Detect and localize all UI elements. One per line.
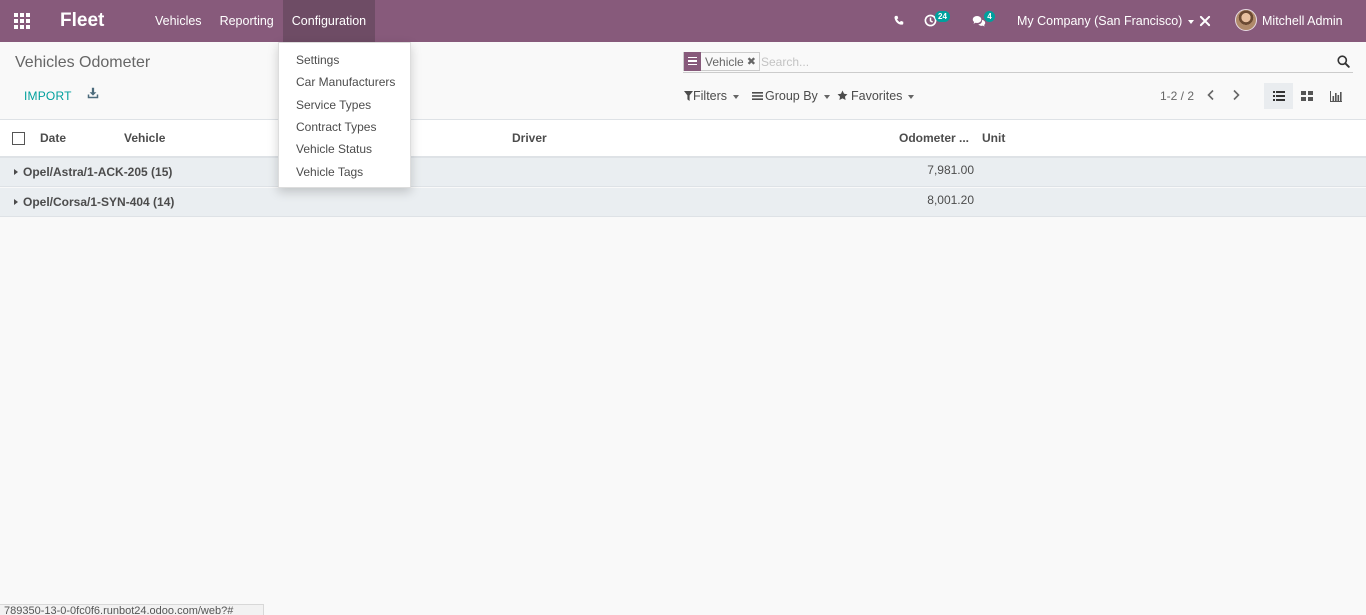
- group-row[interactable]: Opel/Corsa/1-SYN-404 (14) 8,001.20: [0, 188, 1366, 217]
- menu-item-car-manufacturers[interactable]: Car Manufacturers: [296, 75, 395, 89]
- group-label: Opel/Corsa/1-SYN-404 (14): [14, 195, 174, 209]
- download-icon[interactable]: [87, 87, 101, 101]
- search-input[interactable]: [761, 53, 1321, 70]
- messages-icon[interactable]: [972, 0, 986, 42]
- page-title: Vehicles Odometer: [15, 54, 151, 71]
- debug-tools-icon[interactable]: [1199, 0, 1211, 42]
- pager-value[interactable]: 1-2 / 2: [1160, 89, 1194, 103]
- filters-dropdown[interactable]: Filters: [684, 89, 740, 103]
- caret-right-icon: [14, 198, 18, 205]
- user-avatar[interactable]: [1235, 9, 1257, 31]
- caret-right-icon: [14, 168, 18, 175]
- favorites-label: Favorites: [851, 89, 903, 103]
- graph-view-icon[interactable]: [1321, 83, 1350, 109]
- pager-next-icon[interactable]: [1231, 89, 1243, 103]
- group-label: Opel/Astra/1-ACK-205 (15): [14, 165, 172, 179]
- column-odometer[interactable]: Odometer ...: [899, 131, 969, 145]
- select-all-checkbox[interactable]: [12, 132, 25, 145]
- phone-icon[interactable]: [893, 0, 905, 42]
- group-odometer-sum: 7,981.00: [927, 163, 974, 177]
- search-facet: Vehicle ✖: [683, 51, 760, 71]
- odometer-list: Date Vehicle Driver Odometer ... Unit Op…: [0, 119, 1366, 217]
- list-icon: [752, 91, 763, 100]
- apps-menu-icon[interactable]: [13, 12, 31, 30]
- chevron-down-icon: [823, 94, 830, 99]
- chevron-down-icon: [733, 94, 740, 99]
- menu-item-vehicle-status[interactable]: Vehicle Status: [296, 142, 372, 156]
- groupby-dropdown[interactable]: Group By: [752, 89, 830, 103]
- pager-previous-icon[interactable]: [1206, 89, 1218, 103]
- chevron-down-icon: [908, 94, 915, 99]
- activity-count-badge: 24: [935, 11, 950, 22]
- search-icon[interactable]: [1337, 55, 1351, 69]
- menu-vehicles[interactable]: Vehicles: [146, 0, 211, 42]
- group-name: Opel/Astra/1-ACK-205 (15): [23, 165, 173, 179]
- group-row[interactable]: Opel/Astra/1-ACK-205 (15) 7,981.00: [0, 158, 1366, 187]
- user-name: Mitchell Admin: [1262, 14, 1343, 28]
- chevron-down-icon: [1188, 19, 1195, 24]
- menu-item-service-types[interactable]: Service Types: [296, 98, 371, 112]
- list-view-icon[interactable]: [1264, 83, 1293, 109]
- top-navbar: Fleet Vehicles Reporting Configuration 2…: [0, 0, 1366, 42]
- status-url: 789350-13-0-0fc0f6.runbot24.odoo.com/web…: [0, 604, 264, 615]
- menu-item-settings[interactable]: Settings: [296, 53, 339, 67]
- user-menu[interactable]: Mitchell Admin: [1262, 0, 1343, 42]
- company-name: My Company (San Francisco): [1017, 14, 1183, 28]
- import-button[interactable]: IMPORT: [24, 89, 72, 103]
- remove-facet-icon[interactable]: ✖: [747, 55, 759, 68]
- favorites-dropdown[interactable]: Favorites: [837, 89, 915, 103]
- filter-icon: [684, 90, 693, 101]
- column-unit[interactable]: Unit: [982, 131, 1005, 145]
- main-menu: Vehicles Reporting Configuration: [146, 0, 376, 42]
- groupby-label: Group By: [765, 89, 818, 103]
- column-vehicle[interactable]: Vehicle: [124, 131, 165, 145]
- table-header: Date Vehicle Driver Odometer ... Unit: [0, 119, 1366, 158]
- company-switcher[interactable]: My Company (San Francisco): [1017, 0, 1195, 42]
- column-date[interactable]: Date: [40, 131, 66, 145]
- filters-label: Filters: [693, 89, 728, 103]
- menu-item-vehicle-tags[interactable]: Vehicle Tags: [296, 165, 363, 179]
- group-name: Opel/Corsa/1-SYN-404 (14): [23, 195, 175, 209]
- menu-item-contract-types[interactable]: Contract Types: [296, 120, 376, 134]
- activity-icon[interactable]: [924, 0, 937, 42]
- groupby-icon: [684, 51, 701, 71]
- column-driver[interactable]: Driver: [512, 131, 547, 145]
- app-brand[interactable]: Fleet: [60, 10, 104, 32]
- menu-configuration[interactable]: Configuration: [282, 0, 376, 42]
- group-odometer-sum: 8,001.20: [927, 193, 974, 207]
- configuration-menu: Settings Car Manufacturers Service Types…: [278, 42, 411, 188]
- kanban-view-icon[interactable]: [1292, 83, 1321, 109]
- star-icon: [837, 90, 848, 101]
- menu-reporting[interactable]: Reporting: [211, 0, 283, 42]
- message-count-badge: 4: [984, 11, 995, 22]
- search-bar: Vehicle ✖: [683, 51, 1353, 73]
- search-facet-label: Vehicle: [705, 54, 744, 69]
